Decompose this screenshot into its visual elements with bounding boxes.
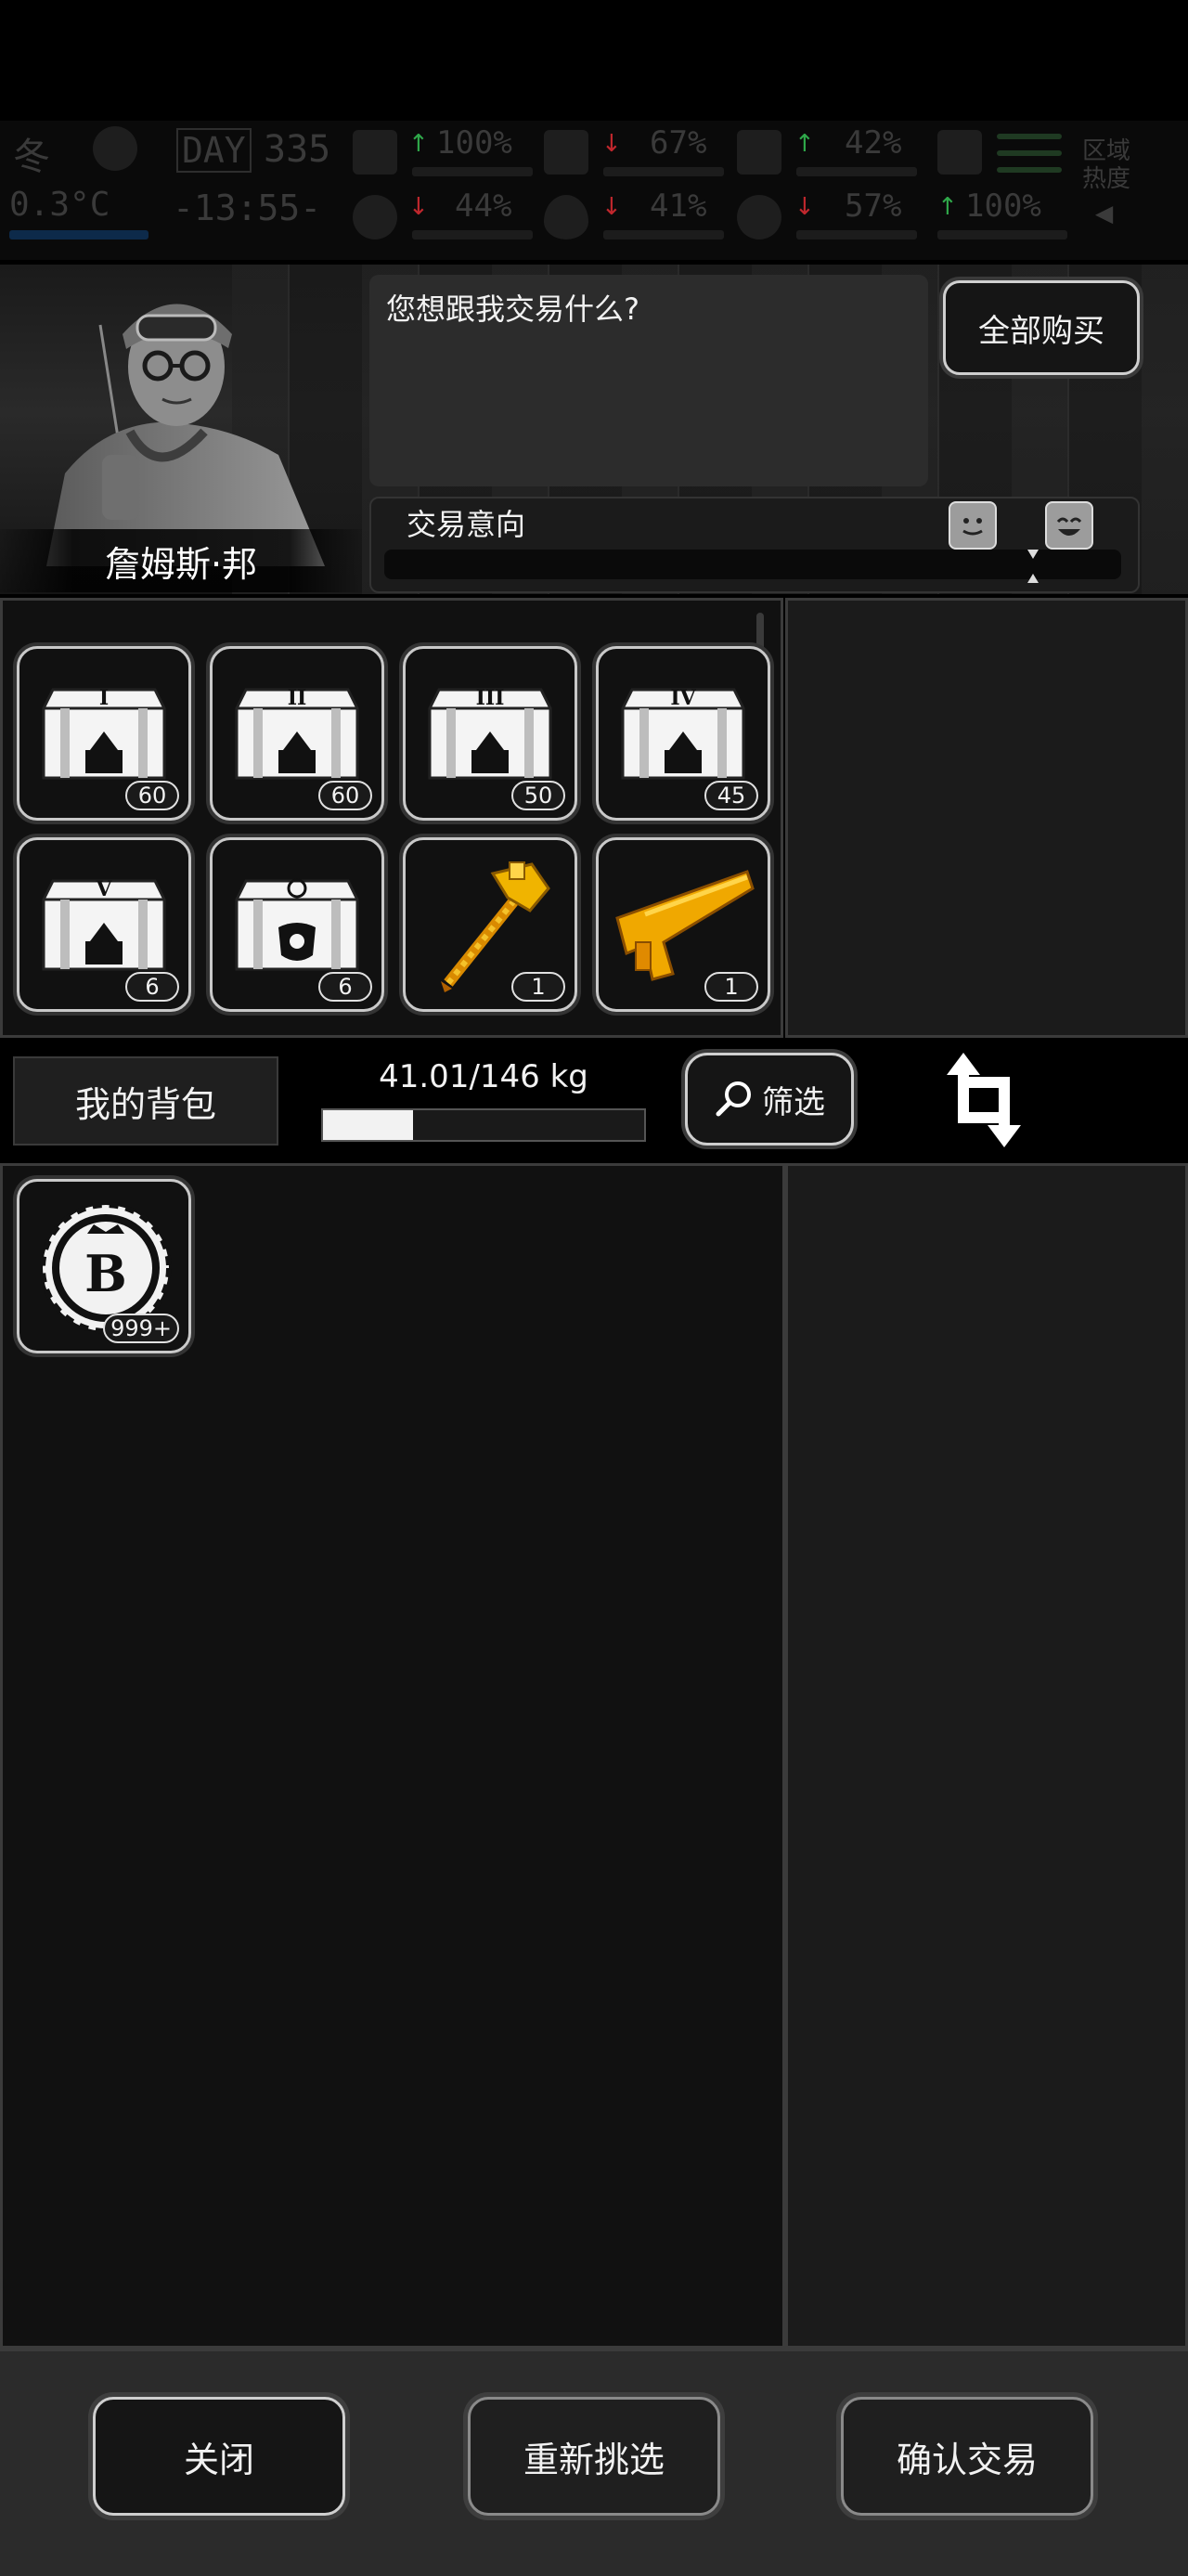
- stomach-icon: [544, 130, 588, 175]
- clock-readout: -13:55-: [173, 188, 322, 228]
- item-count-badge: 999+: [103, 1314, 179, 1343]
- svg-text:III: III: [476, 686, 505, 710]
- hunger-bar: [603, 167, 724, 176]
- health-bar: [412, 167, 533, 176]
- temperature-readout: 0.3°C: [9, 186, 110, 224]
- status-hud: 冬 0.3°C DAY 335 -13:55- ↑ 100% ↓ 67% ↑ 4…: [0, 121, 1188, 260]
- thirst-bar: [603, 230, 724, 239]
- water-drop-icon: [544, 195, 588, 239]
- speaker-icon[interactable]: ◀: [1095, 195, 1113, 230]
- trend-up-icon: ↑: [408, 130, 429, 158]
- trader-name: 詹姆斯·邦: [0, 529, 362, 592]
- carry-weight-text: 41.01/146 kg: [379, 1058, 588, 1095]
- trend-down-icon: ↓: [601, 130, 622, 158]
- inventory-slot-golden-hammer[interactable]: 1: [403, 837, 577, 1012]
- inventory-slot-crate-1[interactable]: I 60: [17, 646, 191, 821]
- day-label: DAY: [176, 128, 252, 173]
- crate-icon: III: [428, 686, 552, 780]
- thirst-value: 41%: [650, 188, 707, 225]
- neutral-face-icon: [949, 501, 997, 550]
- svg-text:IV: IV: [670, 686, 696, 710]
- mood-bar: [412, 230, 533, 239]
- close-button[interactable]: 关闭: [93, 2397, 345, 2516]
- crate-icon: II: [235, 686, 359, 780]
- item-count-badge: 60: [318, 781, 372, 810]
- trade-intent-meter: [384, 550, 1121, 579]
- svg-text:I: I: [99, 686, 109, 710]
- inventory-slot-special-crate[interactable]: 6: [210, 837, 384, 1012]
- energy-value: 100%: [965, 188, 1041, 225]
- trader-portrait[interactable]: [19, 269, 334, 566]
- happy-face-icon: [1045, 501, 1093, 550]
- confirm-trade-button[interactable]: 确认交易: [841, 2397, 1093, 2516]
- special-crate-icon: [235, 878, 359, 971]
- trend-down-icon: ↓: [601, 193, 622, 221]
- stamina-icon: [737, 130, 781, 175]
- magnifier-icon: [716, 1081, 751, 1117]
- filter-button[interactable]: 筛选: [685, 1053, 854, 1146]
- item-count-badge: 45: [704, 781, 758, 810]
- crate-icon: I: [42, 686, 166, 780]
- inventory-slot-crate-2[interactable]: II 60: [210, 646, 384, 821]
- buy-all-button[interactable]: 全部购买: [943, 280, 1140, 375]
- mood-value: 44%: [455, 188, 512, 225]
- svg-text:II: II: [288, 686, 307, 710]
- item-count-badge: 1: [511, 972, 565, 1002]
- trend-up-icon: ↑: [937, 193, 958, 221]
- energy-bar: [937, 230, 1067, 239]
- filter-label: 筛选: [762, 1083, 825, 1121]
- swap-arrows-icon[interactable]: [937, 1049, 1030, 1151]
- health-value: 100%: [436, 124, 512, 162]
- energy-bar: [997, 150, 1062, 156]
- inventory-slot-golden-rifle[interactable]: 1: [596, 837, 770, 1012]
- stamina-value: 42%: [845, 124, 902, 162]
- trader-dialog: 您想跟我交易什么?: [369, 275, 928, 486]
- item-count-badge: 6: [318, 972, 372, 1002]
- hunger-value: 67%: [650, 124, 707, 162]
- region-heat-label: 区域热度: [1082, 137, 1131, 193]
- heart-value: 57%: [845, 188, 902, 225]
- carry-weight-fill: [323, 1110, 413, 1140]
- my-bag-tab[interactable]: 我的背包: [13, 1056, 278, 1146]
- trader-offer-panel: [785, 598, 1188, 1038]
- intent-marker-icon: [1027, 550, 1039, 583]
- crate-icon: IV: [621, 686, 745, 780]
- reselect-button[interactable]: 重新挑选: [468, 2397, 720, 2516]
- inventory-slot-bitcoin-token[interactable]: B 999+: [17, 1179, 191, 1353]
- bag-offer-panel: [785, 1163, 1188, 2349]
- heart-icon: [737, 195, 781, 239]
- season-label: 冬: [13, 136, 50, 178]
- sun-icon: [93, 126, 137, 171]
- medkit-icon: [353, 130, 397, 175]
- day-counter: 335: [264, 128, 331, 171]
- trend-down-icon: ↓: [408, 193, 429, 221]
- trend-up-icon: ↑: [794, 130, 815, 158]
- crate-icon: V: [42, 877, 166, 971]
- svg-text:V: V: [95, 877, 112, 901]
- energy-bar: [997, 167, 1062, 173]
- inventory-slot-crate-5[interactable]: V 6: [17, 837, 191, 1012]
- heart-bar: [796, 230, 917, 239]
- brain-icon: [353, 195, 397, 239]
- item-count-badge: 50: [511, 781, 565, 810]
- energy-bar: [997, 134, 1062, 139]
- bitcoin-glyph: B: [84, 1244, 127, 1303]
- trend-down-icon: ↓: [794, 193, 815, 221]
- inventory-slot-crate-4[interactable]: IV 45: [596, 646, 770, 821]
- inventory-slot-crate-3[interactable]: III 50: [403, 646, 577, 821]
- item-count-badge: 6: [125, 972, 179, 1002]
- temperature-bar: [9, 230, 148, 239]
- item-count-badge: 60: [125, 781, 179, 810]
- stamina-bar: [796, 167, 917, 176]
- item-count-badge: 1: [704, 972, 758, 1002]
- trade-intent-label: 交易意向: [407, 507, 526, 542]
- boot-icon: [937, 130, 982, 175]
